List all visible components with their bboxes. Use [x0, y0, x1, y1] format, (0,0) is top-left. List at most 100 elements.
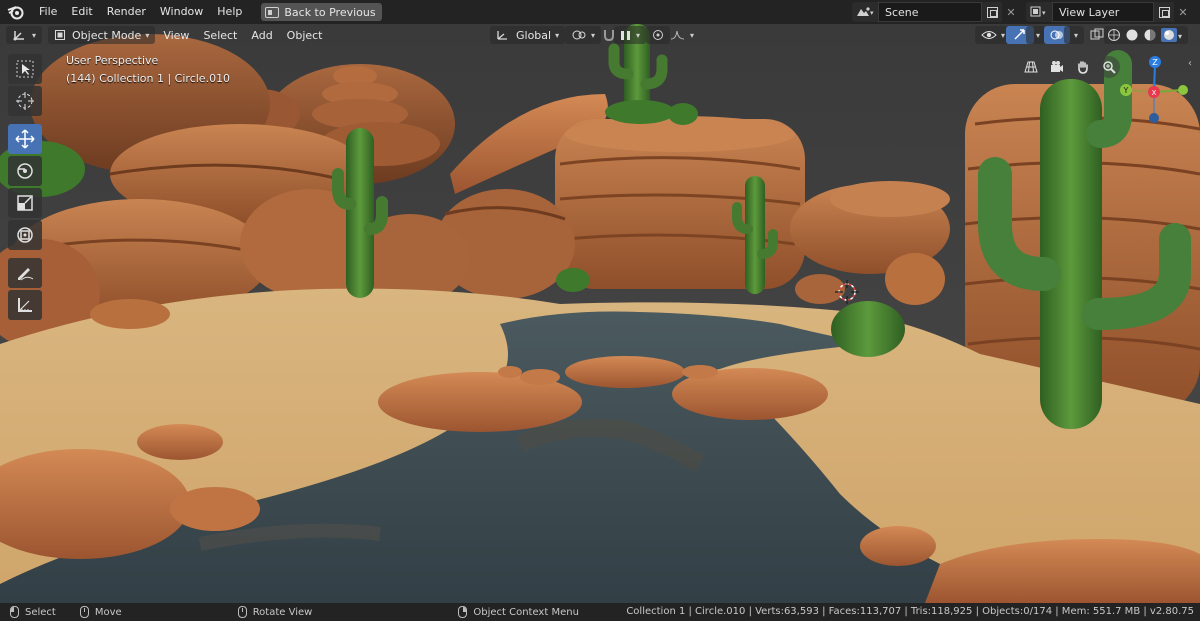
delete-view-layer-button[interactable]: ✕	[1174, 2, 1192, 22]
transform-orientation-dropdown[interactable]: Global ▾	[490, 26, 566, 44]
pencil-icon	[18, 268, 34, 281]
orientation-icon	[497, 31, 507, 40]
menu-edit[interactable]: Edit	[64, 1, 99, 23]
rotate-icon	[17, 163, 33, 179]
rotate-tool[interactable]	[8, 156, 42, 186]
active-object-label: (144) Collection 1 | Circle.010	[66, 72, 231, 85]
grid-icon	[1024, 61, 1038, 73]
small-barrel-cactus	[556, 268, 590, 292]
proportional-edit-icon	[653, 30, 663, 40]
falloff-dropdown[interactable]: ▾	[664, 26, 700, 44]
cursor-icon	[16, 60, 34, 78]
object-mode-dropdown[interactable]: Object Mode ▾	[48, 26, 156, 44]
top-bar: File Edit Render Window Help Back to Pre…	[0, 0, 1200, 24]
delete-scene-button[interactable]: ✕	[1002, 2, 1020, 22]
blender-logo-icon[interactable]	[6, 2, 26, 22]
shading-modes: ▾	[1104, 26, 1188, 44]
scene-icon[interactable]: ▾	[852, 2, 878, 22]
menu-help[interactable]: Help	[210, 1, 249, 23]
status-context-label: Object Context Menu	[473, 606, 579, 618]
shading-mode-icons[interactable]: ▾	[1107, 28, 1185, 42]
cursor-tool[interactable]	[8, 86, 42, 116]
view-layer-icon[interactable]: ▾	[1026, 2, 1052, 22]
transform-tool[interactable]	[8, 220, 42, 250]
barrel-cactus	[831, 301, 905, 357]
gizmo-x-label: X	[1152, 89, 1157, 97]
eye-icon	[981, 31, 997, 39]
camera-view-button[interactable]	[1046, 56, 1068, 78]
sidebar-expand-arrow[interactable]: ‹	[1188, 58, 1192, 69]
object-mode-label: Object Mode	[72, 28, 142, 42]
gizmo-z-axis-neg[interactable]	[1149, 113, 1159, 123]
snap-increment-icon	[621, 31, 630, 40]
copy-icon	[1158, 6, 1170, 18]
tool-shelf	[8, 54, 42, 322]
snap-element-dropdown[interactable]: ▾	[614, 26, 647, 44]
camera-icon	[1051, 61, 1063, 72]
svg-text:▾: ▾	[870, 9, 874, 17]
toggle-perspective-button[interactable]	[1020, 56, 1042, 78]
menu-file[interactable]: File	[32, 1, 64, 23]
pan-view-button[interactable]	[1072, 56, 1094, 78]
gizmo-z-label: Z	[1152, 58, 1158, 67]
view-perspective-label: User Perspective	[66, 54, 159, 67]
screen-icon	[265, 6, 280, 18]
3d-viewport[interactable]	[0, 24, 1200, 603]
pivot-icon	[572, 30, 586, 40]
scene-name-field[interactable]: Scene	[878, 2, 982, 22]
gizmo-dropdown[interactable]: ▾	[1026, 26, 1047, 44]
navigation-controls	[1020, 56, 1120, 78]
menu-view[interactable]: View	[157, 26, 195, 44]
view-layer-field[interactable]: View Layer	[1052, 2, 1154, 22]
status-select: Select	[10, 606, 56, 618]
mouse-middle-icon	[237, 606, 247, 618]
gizmo-x-axis-neg[interactable]	[1178, 85, 1188, 95]
desert-oasis-scene	[0, 24, 1200, 603]
svg-text:▾: ▾	[1178, 32, 1182, 41]
menu-add[interactable]: Add	[245, 26, 278, 44]
scale-tool[interactable]	[8, 188, 42, 218]
status-move-label: Move	[94, 606, 122, 618]
new-scene-button[interactable]	[982, 2, 1002, 22]
back-to-previous-button[interactable]: Back to Previous	[261, 3, 382, 21]
object-mode-icon	[55, 30, 66, 40]
falloff-curve-icon	[670, 30, 685, 40]
svg-text:▾: ▾	[1042, 9, 1046, 17]
menu-select[interactable]: Select	[197, 26, 243, 44]
back-to-previous-label: Back to Previous	[284, 5, 376, 19]
new-view-layer-button[interactable]	[1154, 2, 1174, 22]
status-move: Move	[79, 606, 122, 618]
status-bar: Select Move Rotate View Object Context M…	[0, 603, 1200, 621]
move-tool[interactable]	[8, 124, 42, 154]
overlay-circles-icon	[1050, 30, 1063, 40]
crosshair-icon	[16, 92, 34, 110]
xray-icon	[1090, 28, 1104, 40]
hand-icon	[1078, 61, 1088, 74]
mouse-middle-icon	[79, 606, 89, 618]
status-rotate: Rotate View	[237, 606, 313, 618]
viewport-header: ▾ Object Mode ▾ View Select Add Object G…	[0, 24, 1200, 46]
copy-icon	[986, 6, 998, 18]
menu-window[interactable]: Window	[153, 1, 210, 23]
editor-type-button[interactable]: ▾	[6, 26, 43, 44]
status-select-label: Select	[25, 606, 56, 618]
menu-render[interactable]: Render	[100, 1, 153, 23]
navigation-gizmo[interactable]: Z Y X	[1110, 52, 1190, 132]
transform-icon	[17, 227, 33, 243]
move-arrows-icon	[15, 129, 35, 149]
annotate-tool[interactable]	[8, 258, 42, 288]
overlays-dropdown[interactable]: ▾	[1064, 26, 1085, 44]
gizmo-y-label: Y	[1123, 86, 1129, 95]
select-box-tool[interactable]	[8, 54, 42, 84]
status-rotate-label: Rotate View	[252, 606, 313, 618]
status-context-menu: Object Context Menu	[458, 606, 579, 618]
axis-editor-icon	[13, 31, 24, 41]
measure-tool[interactable]	[8, 290, 42, 320]
scene-statistics: Collection 1 | Circle.010 | Verts:63,593…	[626, 606, 1194, 617]
mouse-right-icon	[458, 606, 468, 618]
mouse-left-icon	[10, 606, 19, 618]
menu-object[interactable]: Object	[281, 26, 329, 44]
ruler-icon	[18, 298, 32, 312]
orientation-label: Global	[516, 28, 552, 42]
scene-selector: ▾ Scene ✕	[852, 2, 1020, 22]
